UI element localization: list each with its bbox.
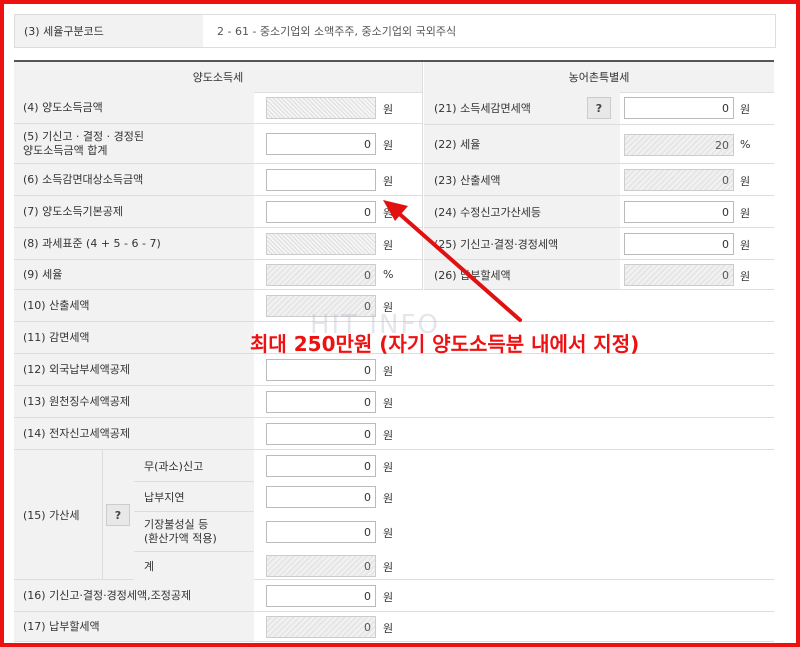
annotation-text: 최대 250만원 (자기 양도소득분 내에서 지정) (250, 332, 640, 356)
annotation-arrow (383, 200, 522, 322)
